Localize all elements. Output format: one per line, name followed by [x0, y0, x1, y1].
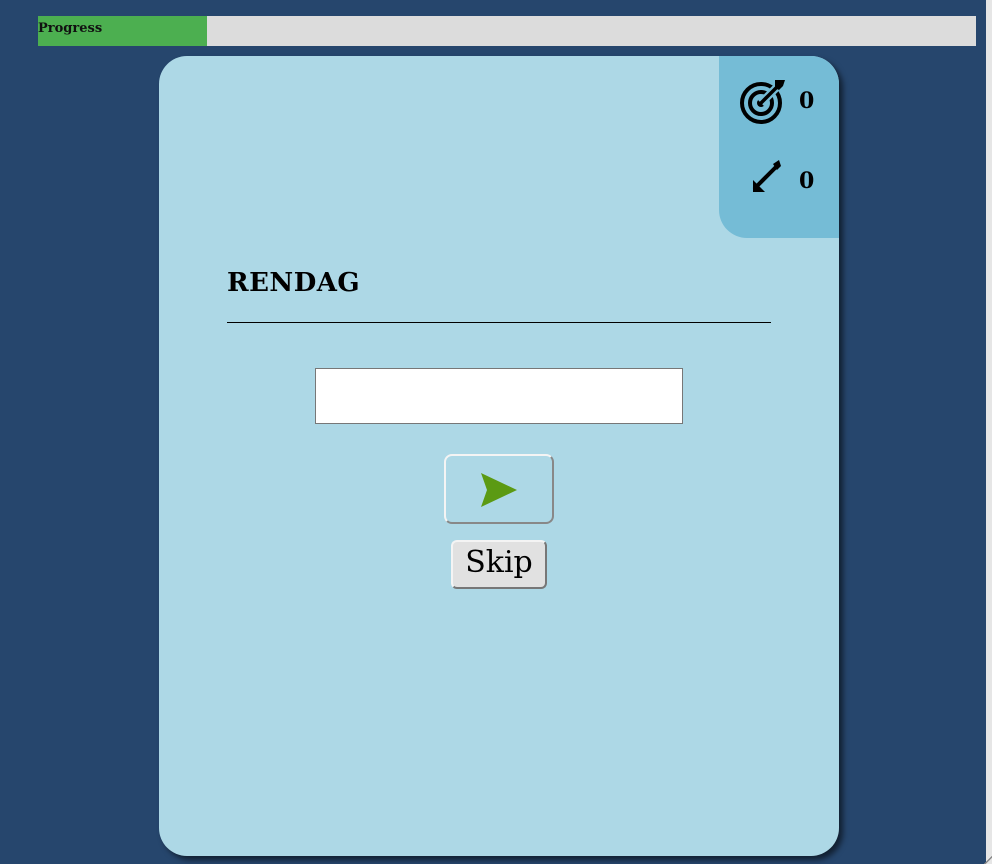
progress-label: Progress — [38, 21, 103, 36]
divider — [227, 322, 771, 323]
misses-counter: 0 — [719, 158, 839, 208]
send-icon — [481, 473, 517, 507]
answer-input[interactable] — [315, 368, 683, 424]
target-icon — [739, 78, 787, 126]
hits-counter: 0 — [719, 78, 839, 128]
progress-bar: Progress — [38, 16, 976, 46]
misses-count: 0 — [799, 168, 815, 194]
question-word: RENDAG — [227, 268, 361, 298]
window-edge — [984, 0, 992, 864]
quiz-card: 0 0 RENDAG Skip — [159, 56, 839, 856]
resize-grip[interactable] — [984, 856, 992, 864]
hits-count: 0 — [799, 88, 815, 114]
submit-button[interactable] — [444, 454, 554, 524]
score-panel: 0 0 — [719, 56, 839, 238]
miss-arrow-icon — [739, 158, 787, 206]
skip-button[interactable]: Skip — [451, 540, 547, 589]
